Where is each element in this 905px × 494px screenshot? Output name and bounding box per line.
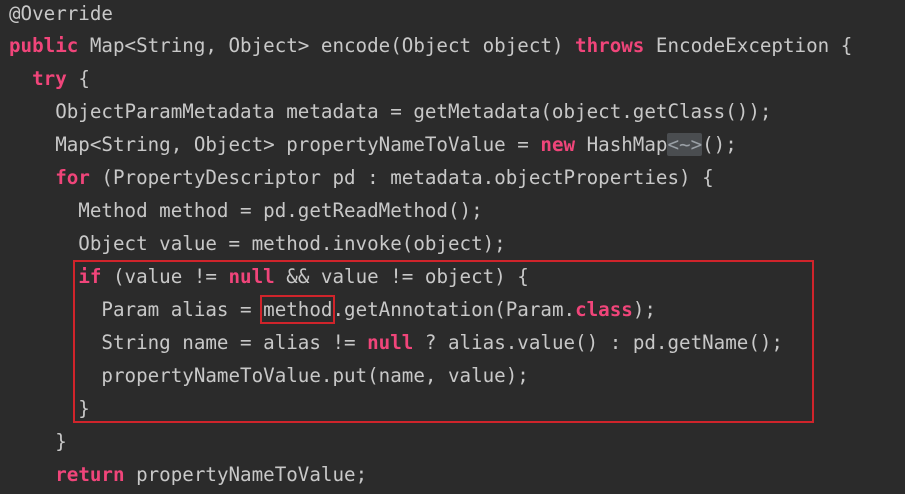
folded-generic-icon[interactable]: <~> [667,133,703,156]
code-line-1: @Override [9,2,113,25]
keyword: public [9,34,79,57]
highlighted-method-token: method [260,295,336,324]
keyword: new [540,133,576,156]
code-line-4: ObjectParamMetadata metadata = getMetada… [9,100,772,123]
keyword: null [228,265,275,288]
code-line-11: String name = alias != null ? alias.valu… [9,331,783,354]
code-line-6: for (PropertyDescriptor pd : metadata.ob… [55,166,714,189]
keyword: for [55,166,90,189]
keyword: return [55,463,125,486]
code-line-2: public Map<String, Object> encode(Object… [9,34,853,57]
keyword: try [32,67,67,90]
code-editor[interactable]: @Override public Map<String, Object> enc… [0,0,905,494]
code-line-8: Object value = method.invoke(object); [9,232,506,255]
code-line-9: if (value != null && value != object) { [78,265,529,288]
keyword: if [78,265,102,288]
code-line-5: Map<String, Object> propertyNameToValue … [9,133,737,156]
keyword: class [575,298,633,321]
code-line-14: } [9,430,67,453]
code-line-15: return propertyNameToValue; [55,463,368,486]
code-line-10: Param alias = method.getAnnotation(Param… [9,295,656,324]
code-line-12: propertyNameToValue.put(name, value); [9,364,529,387]
keyword: null [367,331,414,354]
code-line-3: try { [32,67,90,90]
code-line-7: Method method = pd.getReadMethod(); [9,199,483,222]
code-line-13: } [9,397,90,420]
keyword: throws [575,34,645,57]
